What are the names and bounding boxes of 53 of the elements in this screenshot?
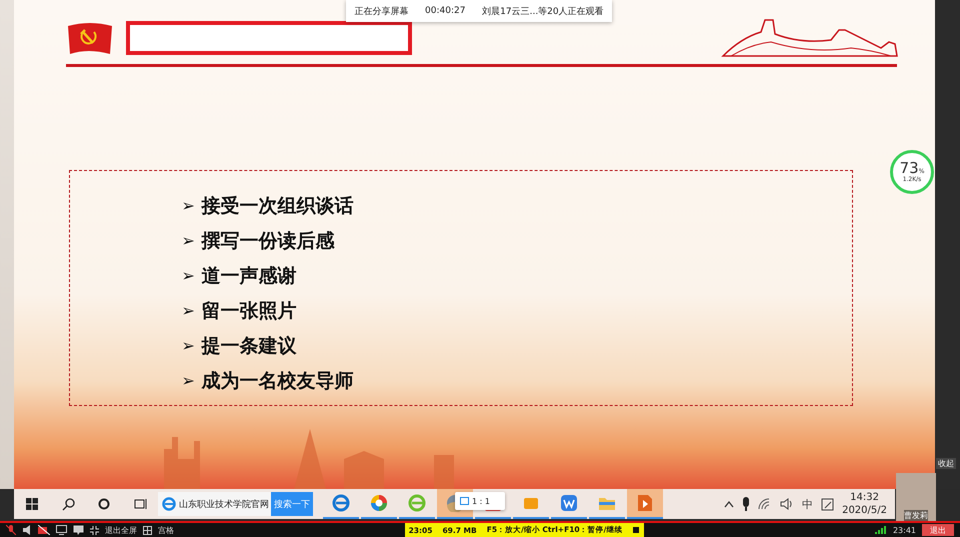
list-item-text: 提一条建议	[202, 334, 296, 358]
exit-fullscreen-icon	[90, 526, 99, 534]
circle-icon	[98, 498, 110, 510]
viewer-count: 刘晨17云三...等20人正在观看	[482, 6, 604, 18]
bullet-marker: ➢	[182, 336, 196, 355]
collapse-button[interactable]: 收起	[936, 458, 956, 469]
bullet-marker: ➢	[182, 301, 196, 320]
task-view-icon	[134, 498, 146, 510]
browser-search-field[interactable]: 山东职业技术学院官网	[158, 492, 271, 516]
muted-microphone-icon[interactable]	[6, 525, 16, 535]
microphone-icon[interactable]	[742, 497, 750, 511]
browser-e-icon	[332, 494, 350, 512]
notification-icon[interactable]	[821, 498, 834, 510]
windows-icon	[26, 498, 38, 510]
browser-e-icon	[408, 494, 426, 512]
search-icon	[62, 498, 74, 510]
list-item-text: 成为一名校友导师	[202, 368, 354, 394]
browser-e-icon	[162, 497, 176, 511]
grid-icon	[143, 526, 152, 534]
participant-name: 曹发莉	[904, 510, 928, 521]
flag-icon	[66, 20, 114, 56]
list-item-text: 道一声感谢	[202, 264, 296, 288]
caret-up-icon[interactable]	[724, 500, 734, 508]
speaker-icon[interactable]	[22, 525, 32, 535]
bullet-marker: ➢	[182, 196, 196, 215]
list-item-text: 撰写一份读后感	[202, 228, 334, 254]
play-document-icon	[637, 494, 653, 512]
list-item-text: 接受一次组织谈话	[202, 194, 354, 218]
share-status: 正在分享屏幕	[354, 6, 408, 18]
share-screen-icon[interactable]	[56, 525, 67, 535]
share-timer: 00:40:27	[425, 6, 466, 16]
zoom-ratio: 1 : 1	[472, 496, 490, 506]
bullet-marker: ➢	[182, 231, 196, 250]
volume-icon[interactable]	[780, 498, 794, 510]
camera-off-icon[interactable]	[38, 525, 50, 535]
meeting-clock: 23:41	[892, 526, 916, 534]
list-item-text: 留一张照片	[202, 298, 296, 324]
grid-view-button[interactable]: 宫格	[158, 524, 174, 536]
bullet-marker: ➢	[182, 371, 196, 390]
window-icon	[460, 497, 469, 505]
exit-fullscreen-button[interactable]: 退出全屏	[105, 524, 137, 536]
folder-icon	[598, 495, 616, 511]
bullet-marker: ➢	[182, 266, 196, 285]
search-text: 山东职业技术学院官网	[179, 498, 269, 510]
chat-icon[interactable]	[73, 525, 84, 535]
input-method-indicator[interactable]: 中	[802, 496, 814, 512]
signal-icon	[874, 526, 887, 534]
window-preview-popup[interactable]: 1 : 1	[455, 492, 505, 510]
stop-icon[interactable]	[632, 526, 640, 534]
color-wheel-icon	[370, 494, 388, 512]
taskbar-clock[interactable]: 14:32 2020/5/2	[842, 491, 887, 517]
wps-icon	[560, 494, 578, 512]
exit-button[interactable]: 退出	[922, 524, 954, 536]
